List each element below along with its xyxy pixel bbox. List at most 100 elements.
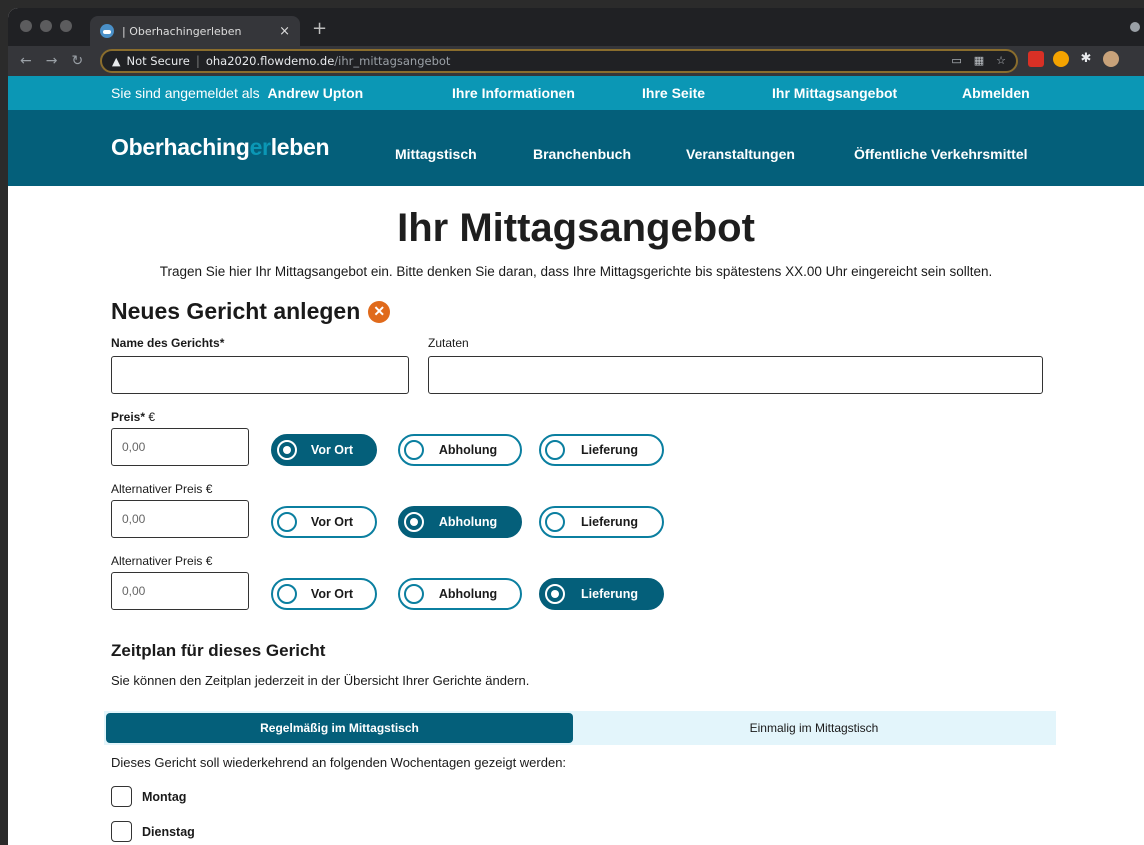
address-bar-row: ← → ↻ ▲ Not Secure | oha2020.flowdemo.de… bbox=[8, 46, 1144, 76]
schedule-tabs: Regelmäßig im Mittagstisch Einmalig im M… bbox=[104, 711, 1056, 745]
login-status: Sie sind angemeldet als Andrew Upton bbox=[111, 85, 363, 101]
favicon-icon bbox=[100, 24, 114, 38]
warning-icon[interactable]: ▲ bbox=[112, 55, 120, 68]
radio-icon bbox=[545, 512, 565, 532]
extension-icons: ✱ bbox=[1028, 51, 1119, 67]
main-navigation: Oberhachingerleben Mittagstisch Branchen… bbox=[8, 110, 1144, 186]
option-abholung[interactable]: Abholung bbox=[398, 578, 522, 610]
puzzle-extension-icon[interactable]: ✱ bbox=[1078, 51, 1094, 67]
checkbox-dienstag[interactable]: Dienstag bbox=[111, 821, 195, 842]
logo-text-3: leben bbox=[270, 134, 330, 160]
login-prefix: Sie sind angemeldet als bbox=[111, 85, 260, 101]
section-title-text: Neues Gericht anlegen bbox=[111, 298, 361, 324]
bookmark-star-icon[interactable]: ☆ bbox=[996, 54, 1006, 67]
user-name[interactable]: Andrew Upton bbox=[268, 85, 364, 101]
alt-price-input[interactable]: 0,00 bbox=[111, 572, 249, 610]
tab-title: | Oberhachingerleben bbox=[122, 24, 242, 38]
browser-window: | Oberhachingerleben × + ← → ↻ ▲ Not Sec… bbox=[8, 8, 1144, 845]
page-title: Ihr Mittagsangebot bbox=[397, 206, 755, 250]
logo-text-1: Oberhaching bbox=[111, 134, 250, 160]
nav-link-ihre-informationen[interactable]: Ihre Informationen bbox=[452, 85, 575, 101]
tab-close-button[interactable]: × bbox=[279, 24, 290, 39]
url-bar[interactable]: ▲ Not Secure | oha2020.flowdemo.de /ihr_… bbox=[100, 49, 1018, 73]
radio-icon bbox=[545, 584, 565, 604]
url-path: /ihr_mittagsangebot bbox=[334, 54, 451, 68]
calendar-extension-icon[interactable] bbox=[1028, 51, 1044, 67]
maximize-window-button[interactable] bbox=[60, 20, 72, 32]
tab-once[interactable]: Einmalig im Mittagstisch bbox=[574, 713, 1054, 743]
option-lieferung[interactable]: Lieferung bbox=[539, 434, 664, 466]
price-label-bold: Preis* bbox=[111, 410, 146, 424]
dish-name-input[interactable] bbox=[111, 356, 409, 394]
nav-link-abmelden[interactable]: Abmelden bbox=[962, 85, 1030, 101]
option-label: Lieferung bbox=[581, 515, 638, 529]
cast-icon[interactable]: ▭ bbox=[951, 54, 961, 67]
browser-tab[interactable]: | Oberhachingerleben × bbox=[90, 16, 300, 46]
radio-icon bbox=[277, 440, 297, 460]
nav-buttons: ← → ↻ bbox=[20, 53, 100, 69]
option-vor-ort[interactable]: Vor Ort bbox=[271, 434, 377, 466]
option-label: Abholung bbox=[438, 443, 498, 457]
recurring-text: Dieses Gericht soll wiederkehrend an fol… bbox=[111, 755, 567, 770]
profile-avatar[interactable] bbox=[1103, 51, 1119, 67]
option-label: Vor Ort bbox=[310, 443, 354, 457]
new-tab-button[interactable]: + bbox=[312, 18, 327, 39]
ingredients-label: Zutaten bbox=[428, 336, 469, 350]
minimize-window-button[interactable] bbox=[40, 20, 52, 32]
checkbox-montag[interactable]: Montag bbox=[111, 786, 186, 807]
alt-price-input[interactable]: 0,00 bbox=[111, 500, 249, 538]
schedule-title: Zeitplan für dieses Gericht bbox=[111, 641, 326, 660]
radio-icon bbox=[404, 440, 424, 460]
forward-arrow-icon[interactable]: → bbox=[46, 53, 58, 69]
profile-dot-icon[interactable] bbox=[1130, 22, 1140, 32]
ingredients-input[interactable] bbox=[428, 356, 1043, 394]
option-label: Abholung bbox=[438, 587, 498, 601]
logo-text-2: er bbox=[249, 134, 271, 160]
menu-branchenbuch[interactable]: Branchenbuch bbox=[533, 146, 631, 162]
nav-link-ihr-mittagsangebot[interactable]: Ihr Mittagsangebot bbox=[772, 85, 897, 101]
option-vor-ort[interactable]: Vor Ort bbox=[271, 578, 377, 610]
url-host: oha2020.flowdemo.de bbox=[205, 54, 335, 68]
menu-veranstaltungen[interactable]: Veranstaltungen bbox=[686, 146, 795, 162]
tab-recurring[interactable]: Regelmäßig im Mittagstisch bbox=[106, 713, 573, 743]
option-label: Vor Ort bbox=[310, 515, 354, 529]
section-title: Neues Gericht anlegen ✕ bbox=[111, 298, 391, 325]
price-input[interactable]: 0,00 bbox=[111, 428, 249, 466]
option-abholung[interactable]: Abholung bbox=[398, 434, 522, 466]
close-window-button[interactable] bbox=[20, 20, 32, 32]
checkbox-box[interactable] bbox=[111, 786, 132, 807]
option-abholung[interactable]: Abholung bbox=[398, 506, 522, 538]
security-label: Not Secure bbox=[126, 54, 190, 68]
dish-name-label: Name des Gerichts* bbox=[111, 336, 225, 350]
radio-icon bbox=[277, 512, 297, 532]
menu-mittagstisch[interactable]: Mittagstisch bbox=[395, 146, 477, 162]
nav-link-ihre-seite[interactable]: Ihre Seite bbox=[642, 85, 705, 101]
option-label: Lieferung bbox=[581, 587, 638, 601]
qr-code-icon[interactable]: ▦ bbox=[974, 54, 984, 67]
option-label: Abholung bbox=[438, 515, 498, 529]
checkbox-box[interactable] bbox=[111, 821, 132, 842]
radio-icon bbox=[404, 584, 424, 604]
radio-icon bbox=[277, 584, 297, 604]
omnibox-icons: ▭ ▦ ☆ bbox=[951, 54, 1006, 67]
site-logo[interactable]: Oberhachingerleben bbox=[111, 134, 330, 161]
url-separator: | bbox=[195, 54, 200, 68]
google-plus-extension-icon[interactable] bbox=[1053, 51, 1069, 67]
option-vor-ort[interactable]: Vor Ort bbox=[271, 506, 377, 538]
radio-icon bbox=[545, 440, 565, 460]
back-arrow-icon[interactable]: ← bbox=[20, 53, 32, 69]
option-lieferung[interactable]: Lieferung bbox=[539, 578, 664, 610]
account-bar: Sie sind angemeldet als Andrew Upton Ihr… bbox=[8, 76, 1144, 110]
price-label: Preis* € bbox=[111, 410, 155, 424]
alt-price-label: Alternativer Preis € bbox=[111, 554, 213, 568]
browser-tabbar: | Oberhachingerleben × + bbox=[8, 8, 1144, 46]
menu-oeffentliche-verkehrsmittel[interactable]: Öffentliche Verkehrsmittel bbox=[854, 146, 1028, 162]
close-circle-icon[interactable]: ✕ bbox=[368, 300, 391, 323]
alt-price-label: Alternativer Preis € bbox=[111, 482, 213, 496]
schedule-subtitle: Sie können den Zeitplan jederzeit in der… bbox=[111, 673, 530, 688]
option-lieferung[interactable]: Lieferung bbox=[539, 506, 664, 538]
window-controls bbox=[20, 20, 72, 32]
price-label-rest: € bbox=[145, 410, 156, 424]
reload-icon[interactable]: ↻ bbox=[71, 53, 83, 69]
option-label: Lieferung bbox=[581, 443, 638, 457]
